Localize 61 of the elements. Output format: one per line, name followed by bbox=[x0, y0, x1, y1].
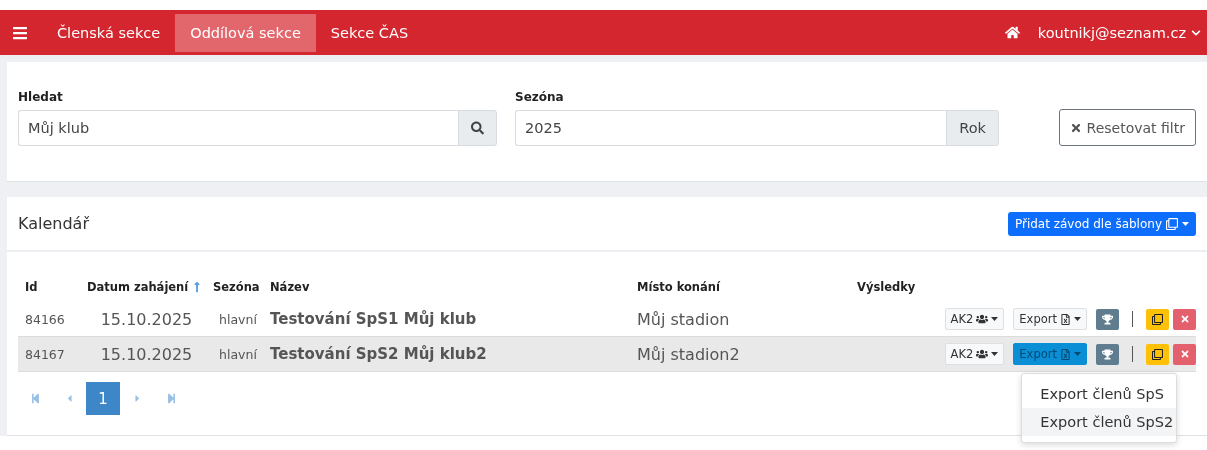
search-field[interactable]: Můj klub bbox=[18, 110, 458, 146]
nav-tab[interactable]: Sekce ČAS bbox=[315, 13, 424, 52]
table-cell-text: 84167 bbox=[24, 346, 66, 362]
table-cell-text: hlavní bbox=[218, 311, 258, 327]
add-race-button[interactable]: Přidat závod dle šablony bbox=[1007, 211, 1196, 236]
column-header[interactable]: Sezóna bbox=[206, 280, 263, 294]
column-header[interactable]: Výsledky bbox=[850, 280, 1196, 294]
trophy-button[interactable] bbox=[1096, 343, 1119, 365]
table-cell-text: Testování SpS1 Můj klub bbox=[269, 310, 478, 328]
nav-tab[interactable]: Členská sekce bbox=[42, 13, 176, 52]
column-header[interactable]: Místo konání bbox=[630, 280, 850, 294]
table-cell-text: Můj stadion bbox=[636, 309, 731, 329]
category-dropdown[interactable]: AK2 bbox=[944, 308, 1005, 330]
table-cell-text: 15.10.2025 bbox=[99, 344, 194, 364]
users-icon bbox=[976, 313, 989, 325]
export-dropdown[interactable]: Export bbox=[1013, 308, 1087, 330]
menu-icon[interactable] bbox=[12, 24, 28, 41]
user-menu[interactable]: koutnikj@seznam.cz bbox=[1019, 24, 1207, 41]
page-button[interactable]: 1 bbox=[86, 382, 120, 415]
close-icon bbox=[1069, 121, 1082, 134]
table-cell-text: Můj stadion2 bbox=[636, 344, 741, 364]
spreadsheet-file-icon bbox=[1060, 313, 1071, 325]
users-icon bbox=[976, 348, 989, 360]
column-header[interactable]: Název bbox=[263, 280, 630, 294]
column-header[interactable]: Id bbox=[18, 280, 80, 294]
field-label: Sezóna bbox=[515, 90, 565, 104]
close-icon bbox=[1179, 349, 1190, 359]
reset-filter-button[interactable]: Resetovat filtr bbox=[1058, 109, 1196, 146]
table-cell-text: 15.10.2025 bbox=[99, 309, 194, 329]
caret-icon bbox=[991, 317, 999, 321]
caret-icon bbox=[1182, 221, 1189, 226]
search-icon bbox=[471, 121, 484, 135]
copy-button[interactable] bbox=[1146, 308, 1169, 330]
copy-button[interactable] bbox=[1146, 343, 1169, 365]
table-cell-text: hlavní bbox=[218, 346, 258, 362]
trophy-icon bbox=[1102, 313, 1113, 325]
copy-icon bbox=[1152, 313, 1163, 325]
copy-icon bbox=[1166, 217, 1178, 230]
season-field[interactable]: 2025 bbox=[515, 110, 947, 146]
table-cell-text: Testování SpS2 Můj klub2 bbox=[269, 345, 488, 363]
caret-icon bbox=[1074, 317, 1081, 321]
input-addon: Rok bbox=[946, 110, 999, 146]
menu-item[interactable]: Export členů SpS bbox=[1022, 380, 1177, 408]
category-dropdown[interactable]: AK2 bbox=[944, 343, 1005, 365]
last-page-icon bbox=[165, 393, 177, 404]
close-icon bbox=[1179, 314, 1190, 324]
column-header[interactable]: Datum zahájení bbox=[80, 280, 206, 294]
search-button[interactable] bbox=[458, 110, 497, 146]
caret-icon bbox=[1074, 352, 1081, 356]
trophy-button[interactable] bbox=[1096, 308, 1119, 330]
first-page-icon bbox=[29, 393, 41, 404]
caret-icon bbox=[991, 352, 999, 356]
card-title: Kalendář bbox=[18, 214, 89, 233]
menu-item[interactable]: Export členů SpS2 bbox=[1022, 408, 1177, 436]
home-icon[interactable] bbox=[1004, 25, 1020, 40]
trophy-icon bbox=[1102, 348, 1113, 360]
field-label: Hledat bbox=[18, 90, 64, 104]
chevron-down-icon bbox=[1191, 27, 1201, 38]
copy-icon bbox=[1152, 348, 1163, 360]
table-cell-text: 84166 bbox=[24, 311, 66, 327]
spreadsheet-file-icon bbox=[1060, 348, 1071, 360]
